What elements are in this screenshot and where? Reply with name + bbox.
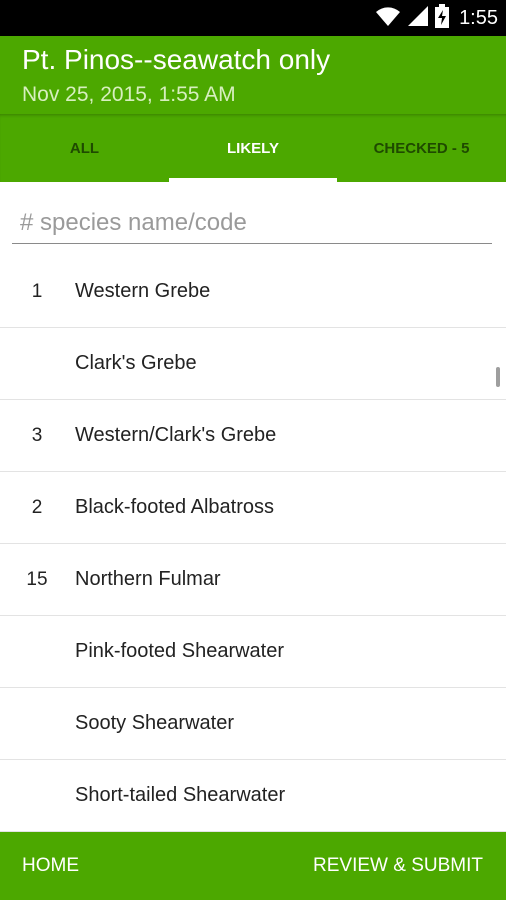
list-scrollbar[interactable] [496, 367, 500, 387]
species-name: Pink-footed Shearwater [75, 640, 285, 662]
tab-checked[interactable]: CHECKED - 5 [337, 114, 506, 182]
app-header: Pt. Pinos--seawatch only Nov 25, 2015, 1… [0, 36, 506, 114]
species-count[interactable]: 15 [0, 544, 74, 615]
status-bar: 1:55 [0, 0, 506, 36]
signal-icon [407, 5, 429, 32]
status-icons: 1:55 [375, 0, 498, 36]
tab-likely[interactable]: LIKELY [169, 114, 337, 182]
species-name: Short-tailed Shearwater [75, 784, 286, 806]
species-name: Black-footed Albatross [75, 496, 274, 518]
bottom-action-bar: HOME REVIEW & SUBMIT [0, 832, 506, 900]
species-name: Clark's Grebe [75, 352, 197, 374]
species-count[interactable]: 3 [0, 400, 74, 471]
location-title: Pt. Pinos--seawatch only [22, 44, 331, 75]
species-row[interactable]: 15 Northern Fulmar [0, 544, 506, 616]
species-row[interactable]: Short-tailed Shearwater [0, 760, 506, 832]
species-name: Western Grebe [75, 280, 211, 302]
tab-all[interactable]: ALL [0, 114, 169, 182]
wifi-icon [375, 5, 401, 32]
species-name: Sooty Shearwater [75, 712, 234, 734]
species-row[interactable]: 3 Western/Clark's Grebe [0, 400, 506, 472]
home-button[interactable]: HOME [22, 832, 79, 900]
species-name: Western/Clark's Grebe [75, 424, 277, 446]
species-count[interactable] [0, 328, 74, 399]
species-count[interactable]: 2 [0, 472, 74, 543]
tab-checked-label: CHECKED - 5 [373, 139, 470, 157]
clock-time: 1:55 [459, 6, 498, 29]
species-list: 1 Western Grebe Clark's Grebe 3 Western/… [0, 256, 506, 832]
species-row[interactable]: Pink-footed Shearwater [0, 616, 506, 688]
tab-bar: ALL LIKELY CHECKED - 5 [0, 114, 506, 182]
tab-all-label: ALL [69, 139, 100, 157]
species-search-input[interactable] [12, 202, 492, 244]
species-count[interactable] [0, 760, 74, 831]
species-row[interactable]: 2 Black-footed Albatross [0, 472, 506, 544]
species-row[interactable]: Clark's Grebe [0, 328, 506, 400]
tab-likely-label: LIKELY [227, 139, 279, 157]
species-count[interactable]: 1 [0, 256, 74, 327]
species-row[interactable]: 1 Western Grebe [0, 256, 506, 328]
checklist-datetime: Nov 25, 2015, 1:55 AM [22, 83, 236, 106]
species-row[interactable]: Sooty Shearwater [0, 688, 506, 760]
species-count[interactable] [0, 688, 74, 759]
review-submit-button[interactable]: REVIEW & SUBMIT [313, 832, 483, 900]
battery-charging-icon [435, 3, 450, 33]
species-name: Northern Fulmar [75, 568, 221, 590]
species-count[interactable] [0, 616, 74, 687]
active-tab-indicator [169, 178, 337, 182]
